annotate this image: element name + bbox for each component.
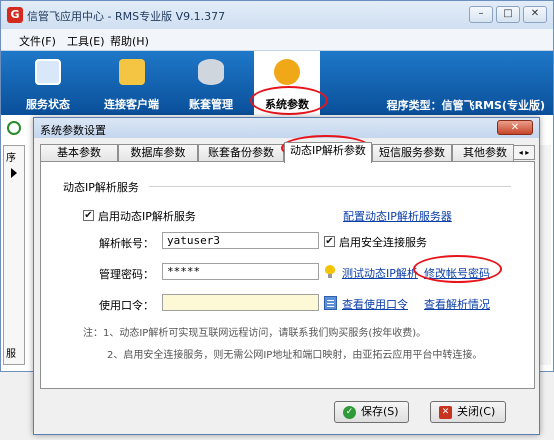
toolbar-service-status[interactable]: 服务状态 [13, 51, 83, 115]
bulb-glass [325, 265, 335, 274]
toolbar-connected-clients[interactable]: 连接客户端 [94, 51, 169, 115]
tab-scroll-arrows[interactable]: ◂ ▸ [513, 145, 535, 160]
account-label: 解析帐号： [99, 237, 154, 250]
toolbar-account-set[interactable]: 账套管理 [178, 51, 244, 115]
grid-row-header: 序 服 [3, 145, 25, 365]
app-logo-icon: G [7, 7, 23, 23]
save-button[interactable]: ✓ 保存(S) [334, 401, 409, 423]
note-line-1: 注：1、动态IP解析可实现互联网远程访问，请联系我们购买服务(按年收费)。 [83, 328, 427, 339]
secure-connection-checkbox[interactable]: ✔ [324, 236, 335, 247]
view-token-link[interactable]: 查看使用口令 [342, 296, 408, 312]
password-label: 管理密码： [99, 268, 154, 281]
account-field[interactable]: yatuser3 [162, 232, 319, 249]
dialog-titlebar: 系统参数设置 ✕ [34, 118, 539, 138]
document-icon [324, 296, 337, 310]
minimize-button[interactable]: – [469, 6, 493, 23]
test-dynamic-ip-link[interactable]: 测试动态IP解析 [342, 265, 418, 281]
close-button[interactable]: ✕ 关闭(C) [430, 401, 506, 423]
window-controls: – □ ✕ [469, 6, 547, 23]
menu-tools[interactable]: 工具(E) [67, 33, 105, 49]
save-button-label: 保存(S) [361, 405, 399, 418]
bulb-base [328, 274, 332, 278]
maximize-button[interactable]: □ [496, 6, 520, 23]
monitor-icon [35, 59, 61, 85]
tab-other[interactable]: 其他参数 [452, 144, 514, 162]
dynamic-ip-panel: 动态IP解析服务 ✔ 启用动态IP解析服务 配置动态IP解析服务器 解析帐号： … [40, 161, 535, 389]
close-button-label: 关闭(C) [457, 405, 496, 418]
row-pointer-icon [11, 168, 17, 178]
tab-database[interactable]: 数据库参数 [118, 144, 198, 162]
modify-password-link[interactable]: 修改帐号密码 [424, 265, 490, 281]
password-field[interactable]: ***** [162, 263, 319, 280]
main-window-title: 信管飞应用中心 - RMS专业版 V9.1.377 [27, 10, 226, 23]
close-icon: ✕ [439, 406, 452, 419]
close-window-button[interactable]: ✕ [523, 6, 547, 23]
token-label: 使用口令： [99, 299, 154, 312]
grid-header-char: 序 [6, 153, 16, 164]
users-icon [118, 59, 145, 85]
tab-basic[interactable]: 基本参数 [40, 144, 118, 162]
configure-server-link[interactable]: 配置动态IP解析服务器 [343, 208, 452, 224]
dialog-title: 系统参数设置 [40, 124, 106, 137]
enable-service-label: 启用动态IP解析服务 [98, 210, 196, 223]
tab-sms[interactable]: 短信服务参数 [372, 144, 452, 162]
token-field[interactable] [162, 294, 319, 311]
program-type: 程序类型：信管飞RMS(专业版) [386, 99, 545, 112]
view-status-link[interactable]: 查看解析情况 [424, 296, 490, 312]
enable-service-checkbox[interactable]: ✔ [83, 210, 94, 221]
menu-help[interactable]: 帮助(H) [110, 33, 149, 49]
status-char: 服 [6, 349, 16, 360]
tab-backup[interactable]: 账套备份参数 [198, 144, 284, 162]
toolbar-label: 服务状态 [26, 98, 70, 111]
gear-icon [274, 59, 300, 85]
toolbar-system-params[interactable]: 系统参数 [254, 51, 320, 115]
lightbulb-icon [325, 265, 335, 278]
secure-connection-label: 启用安全连接服务 [339, 236, 427, 249]
main-titlebar: G 信管飞应用中心 - RMS专业版 V9.1.377 – □ ✕ [1, 1, 553, 29]
group-title: 动态IP解析服务 [63, 181, 139, 194]
toolbar-label: 账套管理 [189, 98, 233, 111]
main-toolbar: 服务状态 连接客户端 账套管理 系统参数 程序类型：信管飞RMS(专业版) [1, 51, 553, 115]
tab-strip: 基本参数 数据库参数 账套备份参数 动态IP解析参数 短信服务参数 其他参数 ◂… [40, 142, 535, 163]
dialog-close-icon[interactable]: ✕ [497, 120, 533, 135]
toolbar-label: 系统参数 [265, 98, 309, 111]
grid-scrollbar[interactable] [539, 145, 551, 365]
note-line-2: 2、启用安全连接服务，则无需公网IP地址和端口映射，由亚拓云应用平台中转连接。 [107, 350, 483, 361]
group-divider [149, 186, 511, 187]
check-icon: ✓ [343, 406, 356, 419]
database-icon [198, 59, 224, 85]
tab-dynamic-ip[interactable]: 动态IP解析参数 [284, 142, 372, 163]
toolbar-label: 连接客户端 [104, 98, 159, 111]
menu-bar: 文件(F) 工具(E) 帮助(H) [1, 29, 553, 51]
system-params-dialog: 系统参数设置 ✕ 基本参数 数据库参数 账套备份参数 动态IP解析参数 短信服务… [33, 117, 540, 435]
menu-file[interactable]: 文件(F) [19, 33, 56, 49]
refresh-icon[interactable] [7, 121, 21, 135]
